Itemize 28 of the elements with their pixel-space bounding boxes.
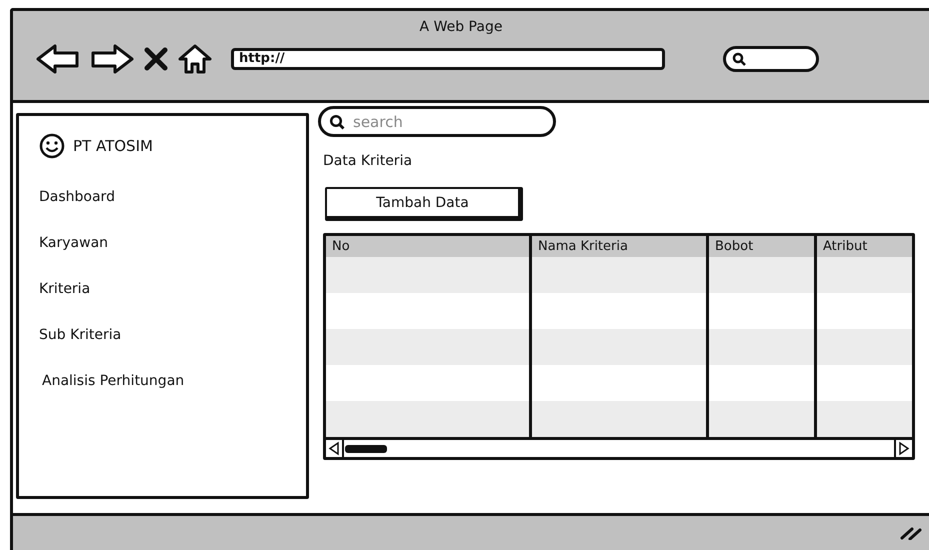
brand-name: PT ATOSIM: [73, 137, 153, 155]
column-header[interactable]: No: [326, 236, 529, 257]
search-icon: [732, 52, 746, 66]
sidebar-link[interactable]: Dashboard: [39, 189, 306, 235]
add-data-button[interactable]: Tambah Data: [325, 187, 523, 221]
browser-search-field[interactable]: [723, 46, 819, 72]
close-icon[interactable]: [143, 46, 169, 72]
home-icon[interactable]: [177, 43, 213, 75]
page-heading: Data Kriteria: [323, 153, 414, 169]
sidebar-link[interactable]: Kriteria: [39, 281, 306, 327]
scroll-left-icon[interactable]: [326, 440, 344, 457]
search-icon: [329, 114, 345, 130]
resize-grip-icon[interactable]: [900, 526, 922, 540]
column-header[interactable]: Bobot: [709, 236, 814, 257]
sidebar-link[interactable]: Sub Kriteria: [39, 327, 306, 373]
window-title: A Web Page: [418, 19, 504, 35]
smiley-icon: [39, 133, 65, 159]
back-arrow-icon[interactable]: [35, 43, 81, 75]
column-header[interactable]: Atribut: [817, 236, 912, 257]
scroll-thumb[interactable]: [344, 444, 388, 454]
url-field[interactable]: http://: [231, 48, 665, 70]
scroll-right-icon[interactable]: [894, 440, 912, 457]
forward-arrow-icon[interactable]: [89, 43, 135, 75]
sidebar-link[interactable]: Analisis Perhitungan: [39, 373, 306, 419]
search-field[interactable]: search: [318, 106, 556, 137]
sidebar-link[interactable]: Karyawan: [39, 235, 306, 281]
column-header[interactable]: Nama Kriteria: [532, 236, 706, 257]
horizontal-scrollbar[interactable]: [326, 437, 912, 457]
